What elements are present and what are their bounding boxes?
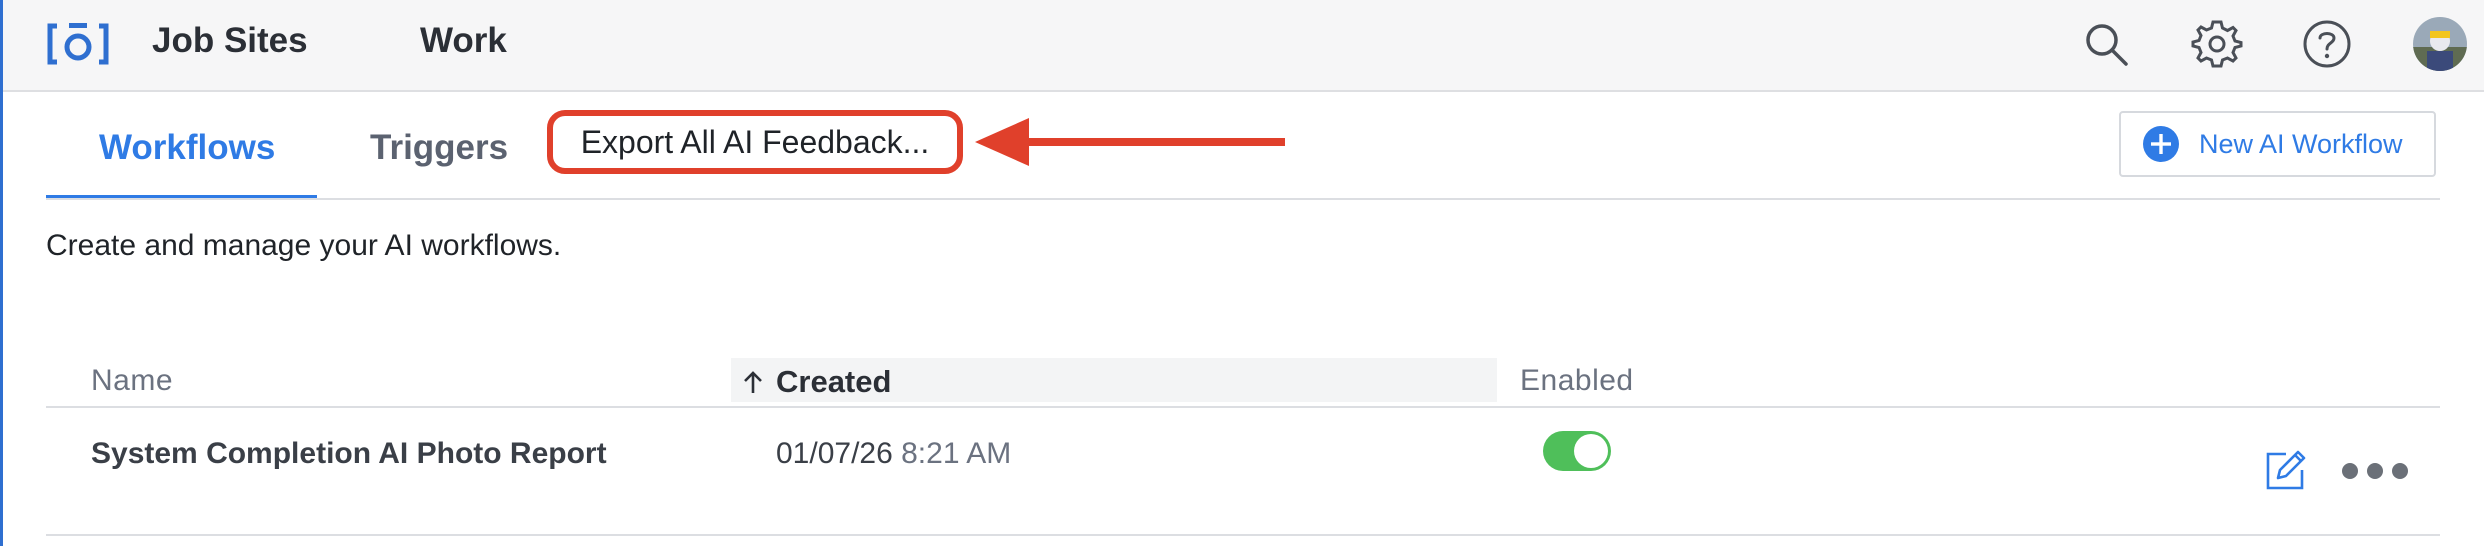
export-ai-feedback-button[interactable]: Export All AI Feedback... — [547, 110, 963, 174]
gear-icon[interactable] — [2191, 18, 2243, 70]
search-icon[interactable] — [2080, 18, 2132, 70]
sort-up-arrow-icon — [744, 371, 762, 393]
nav-work[interactable]: Work — [420, 21, 507, 61]
tabs-divider — [46, 198, 2440, 200]
column-header-name[interactable]: Name — [91, 364, 173, 398]
new-ai-workflow-button[interactable]: New AI Workflow — [2119, 111, 2436, 177]
created-date: 01/07/26 — [776, 437, 893, 470]
plus-circle-icon — [2143, 126, 2179, 162]
table-header-divider — [46, 406, 2440, 408]
edit-icon[interactable] — [2264, 448, 2308, 492]
top-navigation-bar: Job Sites Work — [3, 0, 2484, 92]
new-ai-workflow-label: New AI Workflow — [2199, 128, 2403, 159]
tab-workflows[interactable]: Workflows — [99, 128, 275, 168]
nav-job-sites[interactable]: Job Sites — [152, 21, 308, 61]
created-header-label: Created — [776, 364, 892, 399]
tab-triggers[interactable]: Triggers — [370, 128, 508, 168]
more-options-icon[interactable] — [2340, 458, 2410, 484]
workflow-created-date: 01/07/26 8:21 AM — [776, 437, 1011, 471]
logo-icon[interactable] — [47, 20, 109, 68]
avatar[interactable] — [2413, 17, 2467, 71]
workflow-name[interactable]: System Completion AI Photo Report — [91, 437, 607, 471]
table-row-divider — [46, 534, 2440, 536]
help-icon[interactable] — [2301, 18, 2353, 70]
toggle-knob — [1574, 434, 1608, 468]
enabled-toggle[interactable] — [1543, 431, 1611, 471]
column-header-created[interactable]: Created — [742, 364, 891, 400]
page-description: Create and manage your AI workflows. — [46, 229, 562, 262]
created-time: 8:21 AM — [901, 437, 1012, 470]
annotation-arrow — [975, 118, 1285, 166]
column-header-enabled[interactable]: Enabled — [1520, 364, 1634, 398]
